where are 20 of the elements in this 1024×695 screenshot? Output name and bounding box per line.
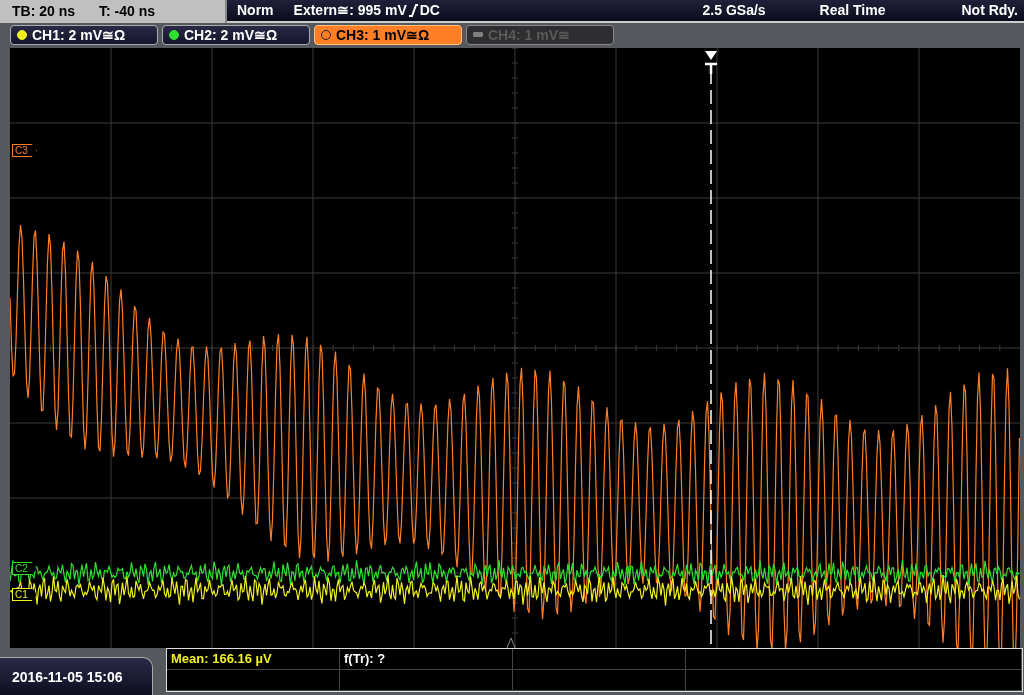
trigger-marker-icon [703, 51, 719, 76]
date-time: 2016-11-05 15:06 [0, 657, 153, 695]
status: Not Rdy. [961, 2, 1018, 19]
channel-marker: C1 [12, 588, 37, 601]
acquisition-mode: Real Time [819, 2, 886, 19]
position-marker-icon [506, 637, 516, 648]
measurement-result: f(Tr): ? [344, 651, 386, 666]
channel-marker: C2 [12, 562, 37, 575]
trigger-time: T: -40 ns [99, 3, 156, 20]
rising-edge-icon [408, 3, 418, 17]
channel-tab[interactable]: CH3: 1 mV≅Ω [314, 24, 462, 45]
sample-rate: 2.5 GSa/s [702, 2, 766, 19]
trigger-mode: Norm [237, 2, 274, 19]
channel-tab[interactable]: CH1: 2 mV≅Ω [10, 24, 158, 45]
measurement-result: Mean: 166.16 µV [171, 651, 272, 666]
channel-marker: C3 [12, 144, 37, 157]
trigger-source: Extern≅: 995 mV [293, 2, 407, 19]
timebase: TB: 20 ns [12, 3, 75, 20]
trigger-coupling: DC [419, 2, 440, 19]
channel-tab[interactable]: CH2: 2 mV≅Ω [162, 24, 310, 45]
